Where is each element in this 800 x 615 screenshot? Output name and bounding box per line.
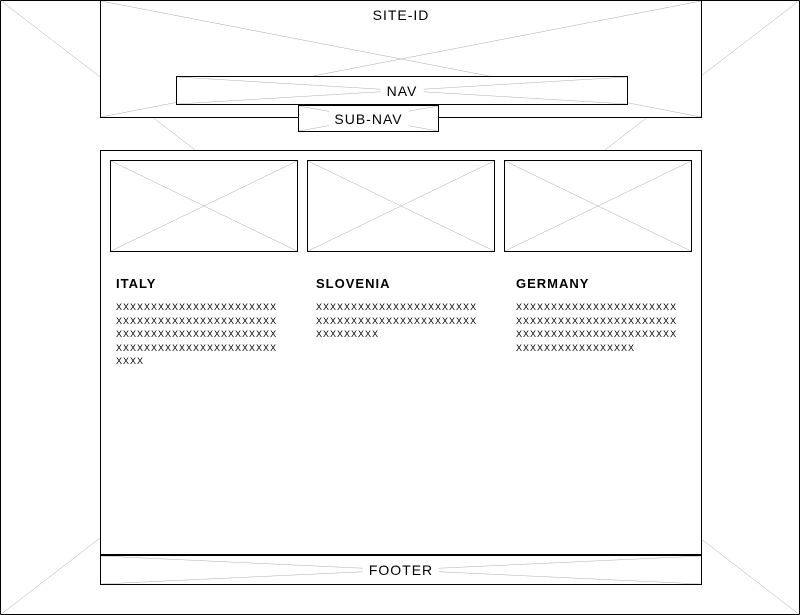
site-id-label: SITE-ID	[367, 7, 436, 23]
sub-nav-bar[interactable]: SUB-NAV	[298, 105, 439, 132]
nav-bar[interactable]: NAV	[176, 76, 628, 105]
column-body: XXXXXXXXXXXXXXXXXXXXXXX XXXXXXXXXXXXXXXX…	[516, 301, 686, 355]
footer-bar: FOOTER	[100, 555, 702, 585]
nav-label: NAV	[381, 83, 424, 99]
column-body: XXXXXXXXXXXXXXXXXXXXXXX XXXXXXXXXXXXXXXX…	[116, 301, 286, 369]
column-italy: ITALY XXXXXXXXXXXXXXXXXXXXXXX XXXXXXXXXX…	[116, 276, 286, 369]
column-title: SLOVENIA	[316, 276, 486, 291]
image-placeholder-3	[504, 160, 692, 252]
image-placeholder-2	[307, 160, 495, 252]
column-germany: GERMANY XXXXXXXXXXXXXXXXXXXXXXX XXXXXXXX…	[516, 276, 686, 369]
column-slovenia: SLOVENIA XXXXXXXXXXXXXXXXXXXXXXX XXXXXXX…	[316, 276, 486, 369]
sub-nav-label: SUB-NAV	[328, 111, 408, 127]
column-body: XXXXXXXXXXXXXXXXXXXXXXX XXXXXXXXXXXXXXXX…	[316, 301, 486, 342]
content-columns: ITALY XXXXXXXXXXXXXXXXXXXXXXX XXXXXXXXXX…	[116, 276, 686, 369]
footer-label: FOOTER	[363, 562, 439, 578]
column-title: GERMANY	[516, 276, 686, 291]
column-title: ITALY	[116, 276, 286, 291]
image-placeholder-1	[110, 160, 298, 252]
